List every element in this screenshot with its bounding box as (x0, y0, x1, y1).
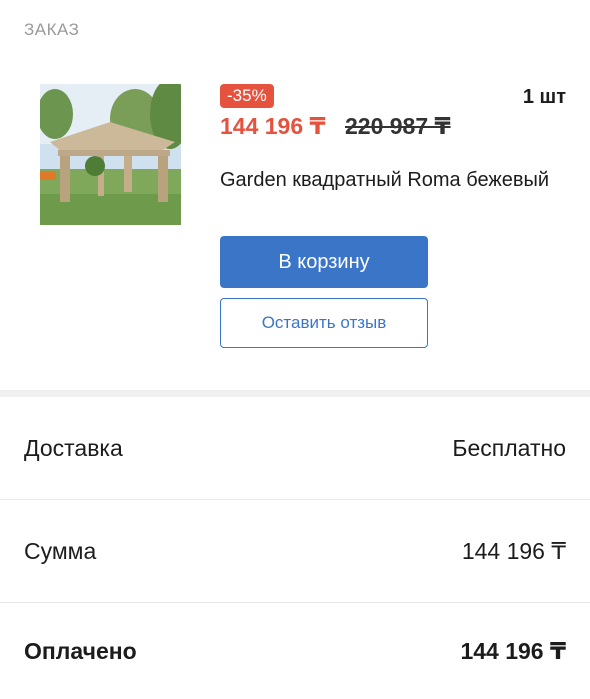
paid-row: Оплачено 144 196 ₸ (0, 603, 590, 699)
gazebo-photo (40, 84, 181, 225)
order-section-label: ЗАКАЗ (24, 20, 80, 39)
price-current: 144 196 ₸ (220, 113, 326, 139)
paid-label: Оплачено (24, 637, 137, 664)
discount-badge: -35% (220, 84, 274, 108)
paid-value: 144 196 ₸ (460, 637, 566, 664)
section-divider (0, 390, 590, 397)
sum-label: Сумма (24, 537, 97, 564)
leave-review-button[interactable]: Оставить отзыв (220, 298, 428, 348)
add-to-cart-button[interactable]: В корзину (220, 236, 428, 288)
product-image[interactable] (40, 84, 181, 225)
sum-row: Сумма 144 196 ₸ (0, 500, 590, 602)
sum-value: 144 196 ₸ (461, 537, 566, 564)
product-title[interactable]: Garden квадратный Roma бежевый (220, 168, 550, 192)
delivery-value: Бесплатно (452, 434, 566, 461)
delivery-label: Доставка (24, 434, 123, 461)
delivery-row: Доставка Бесплатно (0, 397, 590, 499)
price-old: 220 987 ₸ (345, 113, 451, 139)
item-quantity: 1 шт (522, 86, 566, 108)
